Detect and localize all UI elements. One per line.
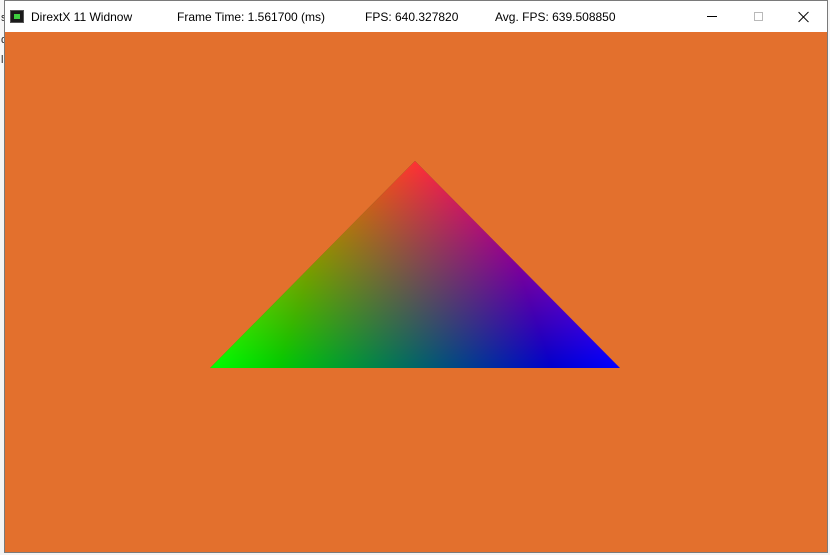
- desktop: s d l DirextX 11 Widnow Frame Time: 1.56…: [0, 0, 830, 555]
- avg-fps-readout: Avg. FPS: 639.508850: [495, 10, 616, 24]
- directx-app-icon[interactable]: [10, 10, 24, 23]
- close-icon: [798, 11, 810, 23]
- fps-readout: FPS: 640.327820: [365, 10, 459, 24]
- minimize-button[interactable]: [689, 1, 735, 32]
- minimize-icon: [707, 16, 717, 17]
- maximize-icon: [753, 12, 763, 21]
- directx-window[interactable]: DirextX 11 Widnow Frame Time: 1.561700 (…: [4, 0, 828, 553]
- maximize-button[interactable]: [735, 1, 781, 32]
- close-button[interactable]: [781, 1, 827, 32]
- render-viewport[interactable]: [5, 32, 827, 552]
- window-title: DirextX 11 Widnow: [31, 10, 133, 24]
- frame-time-readout: Frame Time: 1.561700 (ms): [177, 10, 326, 24]
- title-bar[interactable]: DirextX 11 Widnow Frame Time: 1.561700 (…: [5, 1, 827, 33]
- viewport-canvas: [5, 32, 827, 552]
